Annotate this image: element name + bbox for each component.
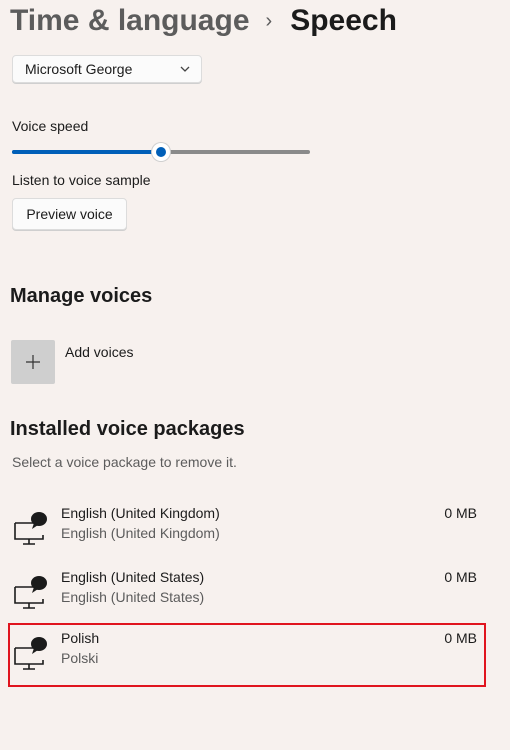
voice-package-item[interactable]: English (United States) English (United … — [8, 562, 486, 626]
slider-thumb[interactable] — [152, 143, 170, 161]
voice-sample-label: Listen to voice sample — [12, 172, 151, 188]
slider-track-fill — [12, 150, 161, 154]
voice-package-item-selected[interactable]: Polish Polski 0 MB — [8, 623, 486, 687]
breadcrumb-chevron-icon: › — [265, 9, 273, 32]
preview-voice-button[interactable]: Preview voice — [12, 198, 127, 230]
chevron-down-icon — [180, 66, 190, 72]
voice-package-size: 0 MB — [444, 569, 477, 585]
voice-package-size: 0 MB — [444, 505, 477, 521]
voice-select-value: Microsoft George — [25, 61, 133, 77]
add-voices-button[interactable] — [11, 340, 55, 384]
voice-package-item[interactable]: English (United Kingdom) English (United… — [8, 498, 486, 562]
breadcrumb-parent-link[interactable]: Time & language — [10, 4, 250, 38]
add-voices-label[interactable]: Add voices — [65, 344, 133, 360]
installed-packages-hint: Select a voice package to remove it. — [12, 454, 237, 470]
breadcrumb: Time & language › Speech — [10, 4, 397, 38]
page-title: Speech — [290, 4, 397, 37]
voice-package-size: 0 MB — [444, 630, 477, 646]
voice-select-dropdown[interactable]: Microsoft George — [12, 55, 202, 83]
speech-monitor-icon — [14, 512, 47, 545]
voice-speed-label: Voice speed — [12, 118, 89, 134]
voice-package-name: Polish — [61, 630, 100, 646]
speech-monitor-icon — [14, 637, 47, 670]
voice-package-native-name: English (United Kingdom) — [61, 525, 220, 541]
voice-package-name: English (United States) — [61, 569, 205, 585]
manage-voices-heading: Manage voices — [10, 285, 153, 307]
voice-speed-slider[interactable] — [12, 143, 310, 161]
voice-package-native-name: Polski — [61, 650, 99, 666]
installed-packages-heading: Installed voice packages — [10, 418, 245, 440]
plus-icon — [26, 355, 40, 369]
voice-package-native-name: English (United States) — [61, 589, 205, 605]
voice-package-name: English (United Kingdom) — [61, 505, 220, 521]
speech-monitor-icon — [14, 576, 47, 609]
